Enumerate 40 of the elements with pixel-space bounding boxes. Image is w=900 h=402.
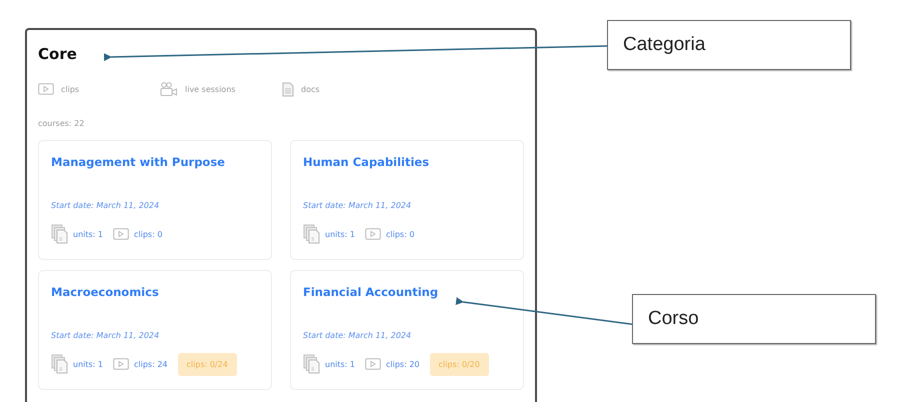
play-icon: [38, 83, 54, 95]
course-title[interactable]: Financial Accounting: [303, 285, 438, 299]
play-icon: [113, 228, 129, 240]
category-title: Core: [38, 45, 77, 63]
units-count: units: 1: [73, 360, 103, 368]
callout-label: Categoria: [623, 34, 706, 56]
clips-count: clips: 0: [386, 230, 414, 238]
start-date: Start date: March 11, 2024: [51, 331, 160, 340]
pages-icon: [303, 224, 320, 244]
pages-icon: [303, 354, 320, 374]
content-type-label: live sessions: [185, 84, 236, 94]
course-card[interactable]: Macroeconomics Start date: March 11, 2024 units: 1 clips: 24 clips: 0/24: [38, 270, 272, 390]
start-date: Start date: March 11, 2024: [303, 331, 412, 340]
play-icon: [365, 228, 381, 240]
units-count: units: 1: [325, 360, 355, 368]
pages-icon: [51, 354, 68, 374]
callout-label: Corso: [648, 308, 699, 330]
play-icon: [365, 358, 381, 370]
progress-badge: clips: 0/20: [430, 352, 489, 376]
units-count: units: 1: [73, 230, 103, 238]
course-card[interactable]: Human Capabilities Start date: March 11, 2024 units: 1 clips: 0: [290, 140, 524, 260]
content-type-label: docs: [301, 84, 320, 94]
clips-count: clips: 20: [386, 360, 420, 368]
course-card[interactable]: Management with Purpose Start date: March 11, 2024 units: 1 clips: 0: [38, 140, 272, 260]
start-date: Start date: March 11, 2024: [303, 201, 412, 210]
course-card[interactable]: Financial Accounting Start date: March 11, 2024 units: 1 clips: 20 clips: 0/20: [290, 270, 524, 390]
clips-count: clips: 24: [134, 360, 168, 368]
course-title[interactable]: Management with Purpose: [51, 155, 225, 169]
clips-count: clips: 0: [134, 230, 162, 238]
camera-icon: [160, 82, 178, 96]
content-type-label: clips: [61, 84, 80, 94]
course-title[interactable]: Macroeconomics: [51, 285, 159, 299]
start-date: Start date: March 11, 2024: [51, 201, 160, 210]
play-icon: [113, 358, 129, 370]
progress-badge: clips: 0/24: [178, 352, 237, 376]
document-icon: [282, 82, 294, 96]
pages-icon: [51, 224, 68, 244]
course-title[interactable]: Human Capabilities: [303, 155, 430, 169]
units-count: units: 1: [325, 230, 355, 238]
course-count: courses: 22: [38, 119, 86, 128]
